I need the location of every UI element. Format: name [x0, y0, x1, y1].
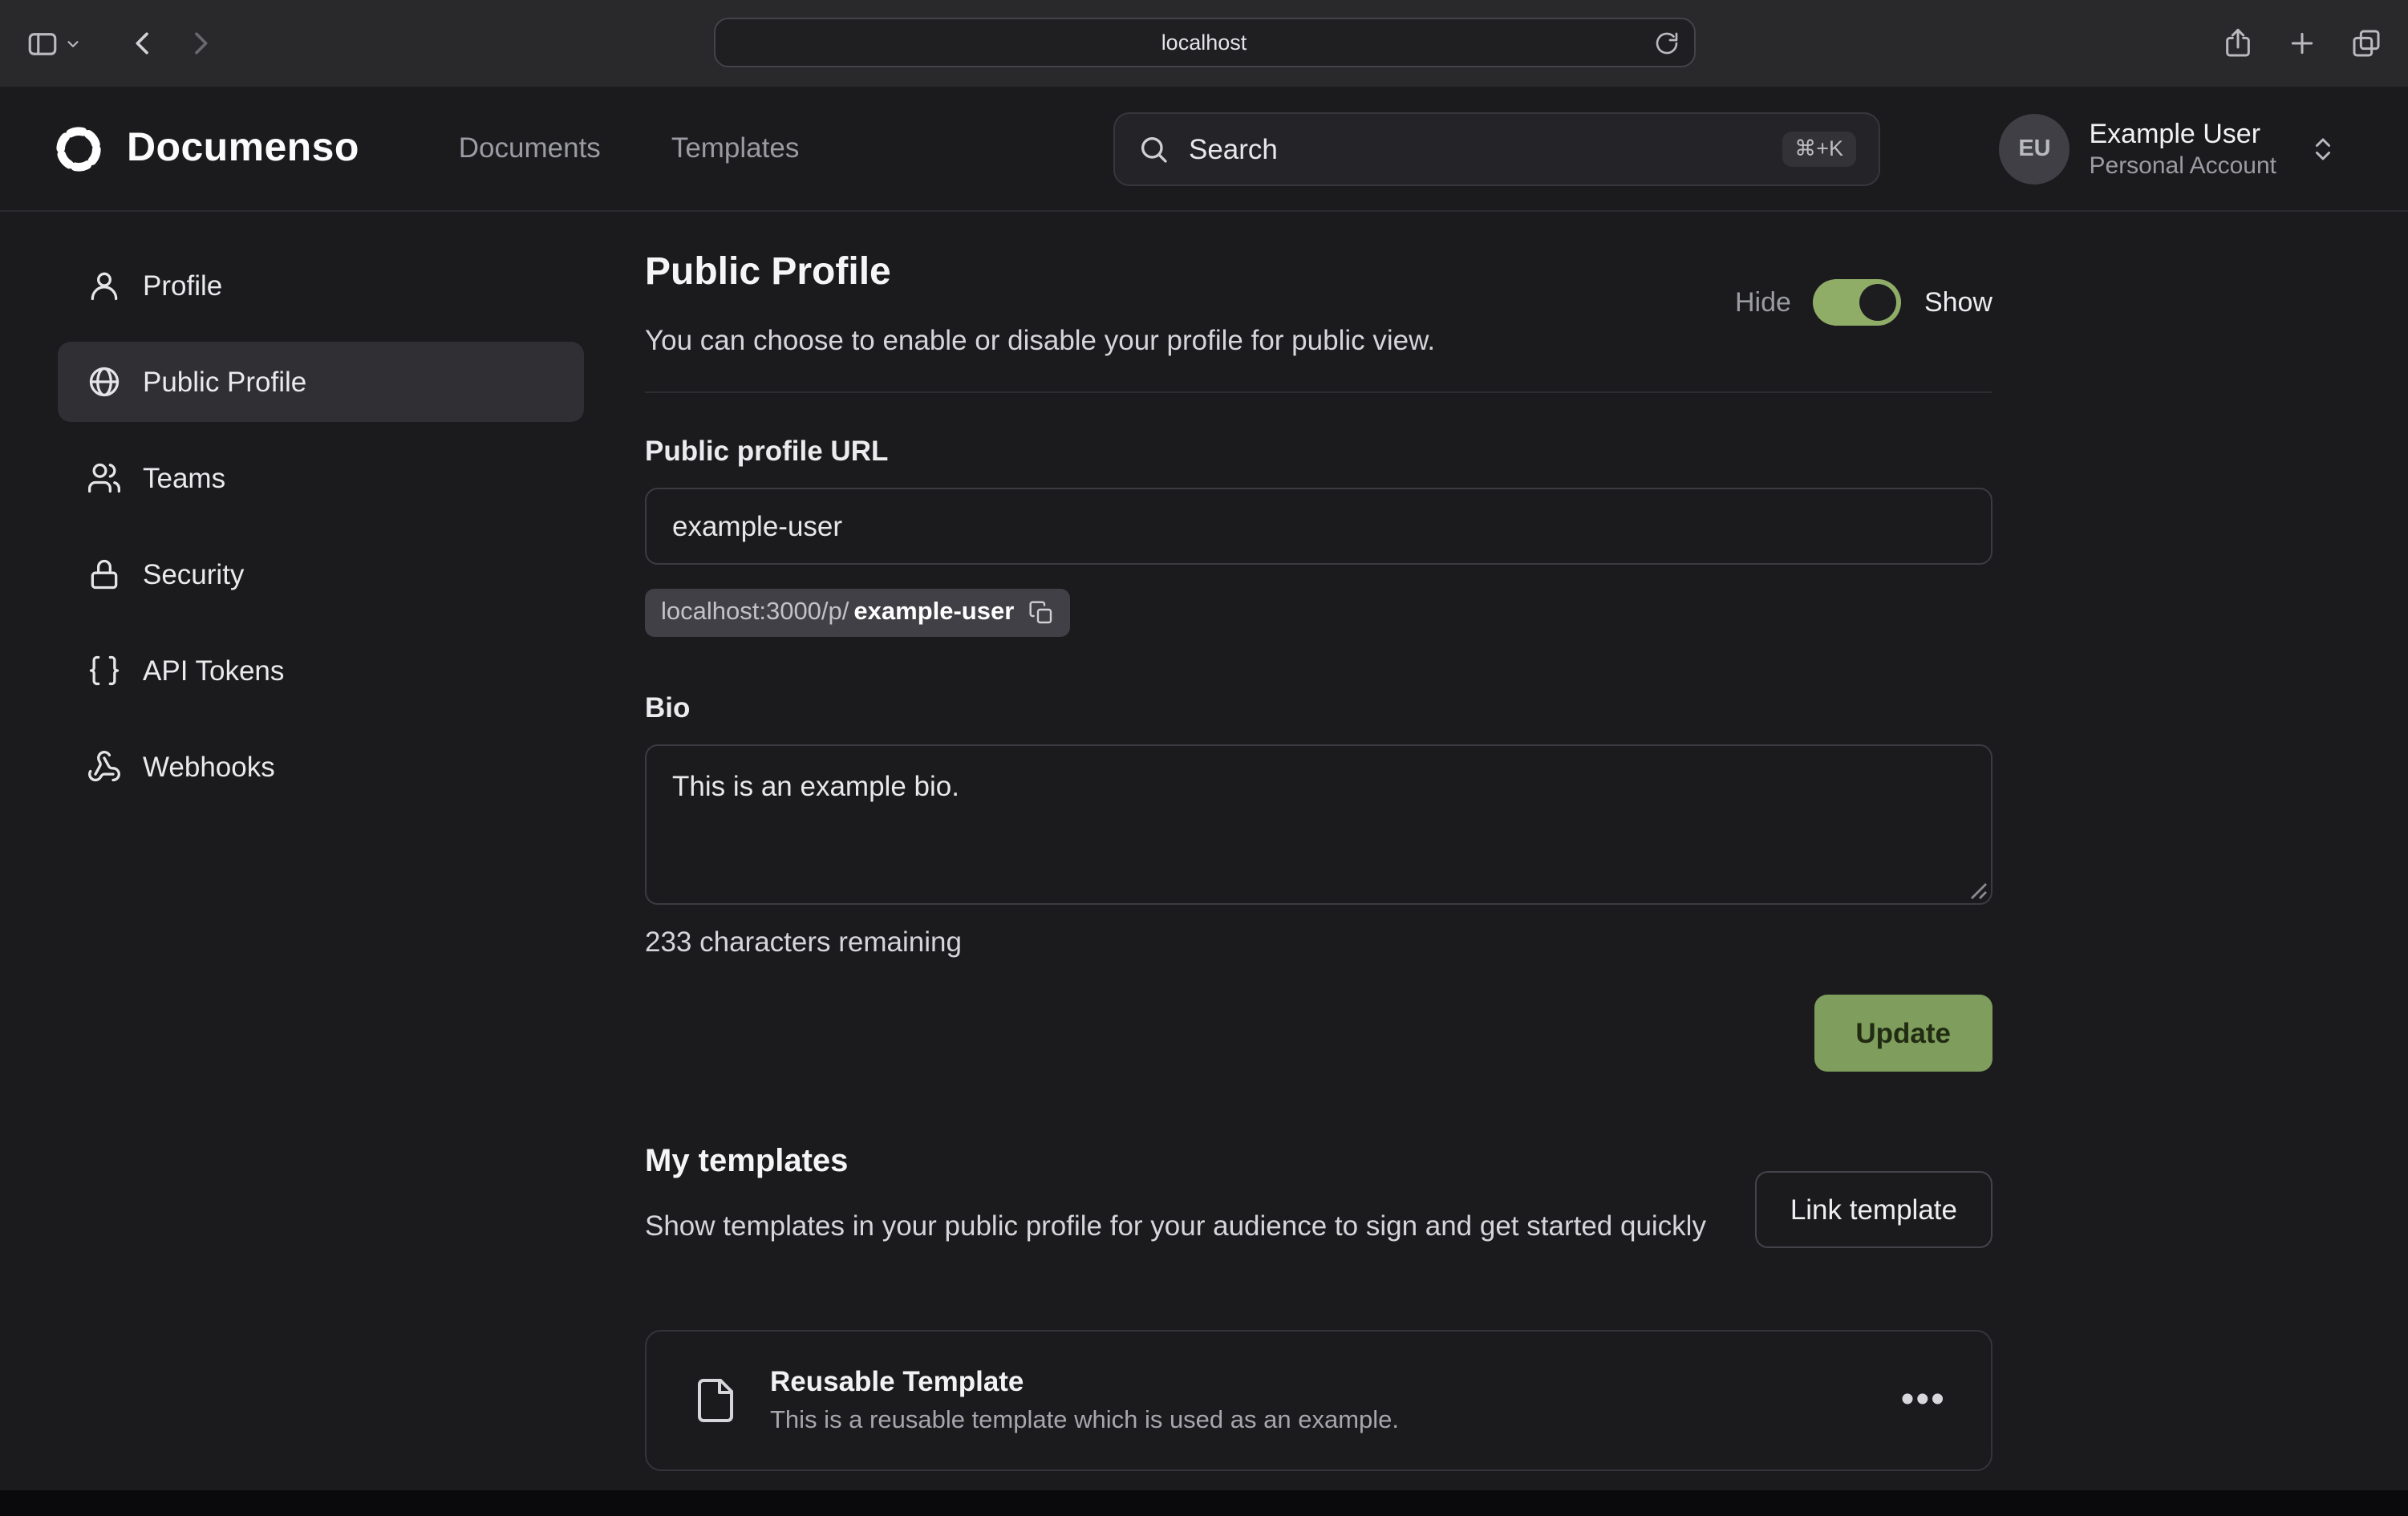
- lock-icon: [87, 557, 122, 592]
- reload-icon[interactable]: [1653, 30, 1679, 56]
- divider: [645, 391, 1992, 393]
- show-label: Show: [1924, 286, 1992, 318]
- sidebar-item-teams[interactable]: Teams: [58, 438, 584, 518]
- file-icon: [691, 1373, 740, 1428]
- profile-url-slug: example-user: [853, 598, 1014, 627]
- brand-name: Documenso: [127, 125, 359, 172]
- template-description: This is a reusable template which is use…: [770, 1404, 1399, 1437]
- account-type: Personal Account: [2090, 151, 2277, 181]
- bio-textarea[interactable]: This is an example bio.: [645, 744, 1992, 905]
- resize-handle-icon[interactable]: [1970, 882, 1988, 900]
- toolbar-chevron-down-icon[interactable]: [64, 34, 82, 52]
- sidebar-item-label: Public Profile: [143, 365, 306, 399]
- template-card-text: Reusable Template This is a reusable tem…: [770, 1364, 1399, 1437]
- account-info: Example User Personal Account: [2090, 117, 2277, 181]
- documenso-app: Documenso Documents Templates Search ⌘+K…: [0, 87, 2408, 1490]
- page-title: Public Profile: [645, 250, 891, 295]
- settings-sidebar: Profile Public Profile Teams Security: [58, 245, 584, 807]
- template-card[interactable]: Reusable Template This is a reusable tem…: [645, 1330, 1992, 1471]
- update-button[interactable]: Update: [1814, 995, 1992, 1072]
- url-text: localhost: [1161, 30, 1247, 55]
- sidebar-item-label: API Tokens: [143, 654, 284, 687]
- sidebar-toggle-icon[interactable]: [26, 26, 59, 60]
- profile-visibility-toggle[interactable]: [1814, 279, 1902, 326]
- sidebar-item-api-tokens[interactable]: API Tokens: [58, 630, 584, 711]
- back-icon[interactable]: [127, 27, 159, 59]
- sidebar-item-label: Teams: [143, 461, 225, 495]
- sidebar-item-label: Webhooks: [143, 750, 275, 784]
- sidebar-item-profile[interactable]: Profile: [58, 245, 584, 326]
- bio-field-wrap: This is an example bio.: [645, 744, 1992, 905]
- profile-url-preview[interactable]: localhost:3000/p/ example-user: [645, 589, 1070, 637]
- my-templates-description: Show templates in your public profile fo…: [645, 1205, 1752, 1248]
- sidebar-item-public-profile[interactable]: Public Profile: [58, 342, 584, 422]
- toggle-knob: [1860, 284, 1897, 321]
- ellipsis-icon: •••: [1901, 1378, 1946, 1421]
- template-menu-button[interactable]: •••: [1901, 1392, 1946, 1409]
- account-name: Example User: [2090, 117, 2277, 151]
- globe-icon: [87, 364, 122, 399]
- browser-toolbar: localhost: [0, 0, 2408, 87]
- page-subtitle: You can choose to enable or disable your…: [645, 324, 1435, 358]
- search-icon: [1137, 133, 1170, 165]
- address-bar[interactable]: localhost: [713, 18, 1695, 67]
- screen: localhost Documenso: [0, 0, 2408, 1516]
- users-icon: [87, 460, 122, 496]
- sidebar-item-webhooks[interactable]: Webhooks: [58, 727, 584, 807]
- main-nav: Documents Templates: [459, 132, 800, 165]
- hide-label: Hide: [1735, 286, 1791, 318]
- public-profile-url-input[interactable]: [645, 488, 1992, 565]
- search-input[interactable]: Search ⌘+K: [1113, 112, 1880, 186]
- nav-documents[interactable]: Documents: [459, 132, 601, 165]
- documenso-logo-icon: [51, 121, 106, 176]
- share-icon[interactable]: [2222, 27, 2254, 59]
- window-bottom-strip: [0, 1490, 2408, 1516]
- brand[interactable]: Documenso: [51, 121, 359, 176]
- profile-url-prefix: localhost:3000/p/: [661, 598, 849, 627]
- app-header: Documenso Documents Templates Search ⌘+K…: [0, 87, 2408, 212]
- public-profile-url-label: Public profile URL: [645, 435, 888, 468]
- webhook-icon: [87, 749, 122, 784]
- template-name: Reusable Template: [770, 1364, 1399, 1400]
- bio-label: Bio: [645, 691, 690, 725]
- search-shortcut: ⌘+K: [1782, 132, 1856, 167]
- my-templates-title: My templates: [645, 1144, 848, 1181]
- braces-icon: [87, 653, 122, 688]
- new-tab-icon[interactable]: [2286, 27, 2318, 59]
- nav-templates[interactable]: Templates: [671, 132, 800, 165]
- account-menu[interactable]: EU Example User Personal Account: [2000, 114, 2338, 184]
- search-placeholder: Search: [1189, 132, 1278, 166]
- profile-visibility-control: Hide Show: [1735, 279, 1992, 326]
- avatar: EU: [2000, 114, 2070, 184]
- sidebar-item-security[interactable]: Security: [58, 534, 584, 614]
- main-content: Public Profile Hide Show You can choose …: [645, 212, 1992, 1490]
- sidebar-item-label: Security: [143, 557, 244, 591]
- copy-icon[interactable]: [1028, 600, 1054, 626]
- forward-icon[interactable]: [184, 27, 217, 59]
- sidebar-item-label: Profile: [143, 269, 222, 302]
- tab-overview-icon[interactable]: [2350, 27, 2382, 59]
- characters-remaining: 233 characters remaining: [645, 926, 962, 959]
- user-icon: [87, 268, 122, 303]
- chevrons-up-down-icon: [2309, 135, 2337, 164]
- link-template-button[interactable]: Link template: [1755, 1171, 1992, 1248]
